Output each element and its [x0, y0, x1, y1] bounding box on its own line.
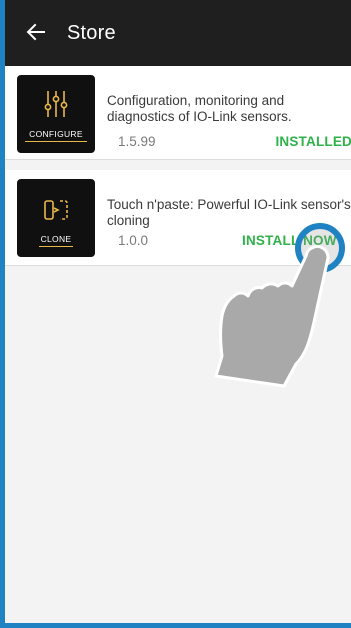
app-version: 1.5.99: [118, 134, 156, 149]
page-title: Store: [67, 22, 116, 44]
app-tile: CONFIGURE: [17, 75, 95, 153]
clone-icon: [44, 200, 68, 220]
tap-hand-icon: [214, 244, 330, 388]
app-window: Store CONFIGURE Configuration, monitorin…: [0, 0, 351, 628]
tile-label: CONFIGURE: [29, 129, 83, 139]
tile-underline: [25, 141, 87, 142]
list-item-configure[interactable]: CONFIGURE Configuration, monitoring and …: [5, 66, 351, 160]
tile-label: CLONE: [40, 234, 72, 244]
app-description: Configuration, monitoring and diagnostic…: [107, 93, 292, 124]
app-tile: CLONE: [17, 179, 95, 257]
app-version: 1.0.0: [118, 233, 149, 248]
arrow-left-icon[interactable]: [24, 20, 48, 44]
tile-underline: [39, 246, 73, 247]
app-bar: Store: [5, 0, 351, 66]
sliders-icon: [44, 91, 68, 117]
installed-status: INSTALLED: [275, 134, 351, 149]
